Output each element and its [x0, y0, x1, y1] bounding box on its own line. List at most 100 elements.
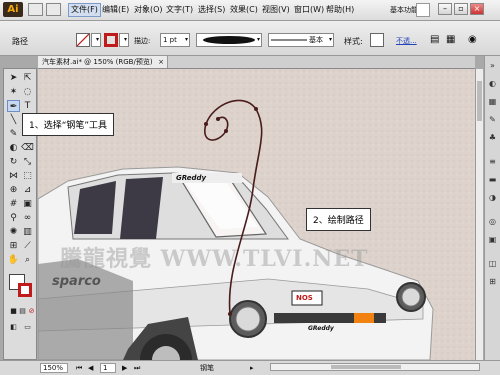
panel-dock: » ◐ ▦ ✎ ♣ ≡ ▬ ◑ ◎ ▣ ◫ ⊞ — [484, 56, 500, 360]
zoom-tool-icon[interactable]: ⌕ — [21, 254, 34, 266]
vertical-scroll-thumb[interactable] — [477, 81, 482, 121]
vertical-scrollbar[interactable] — [475, 69, 483, 360]
lasso-tool-icon[interactable]: ◌ — [21, 86, 34, 98]
last-artboard-icon[interactable]: ⏭ — [134, 363, 140, 373]
gradient-tool-icon[interactable]: ▣ — [21, 198, 34, 210]
direct-selection-tool-icon[interactable]: ⇱ — [21, 72, 34, 84]
status-menu-icon[interactable]: ▸ — [250, 363, 254, 373]
swatches-panel-icon[interactable]: ▦ — [487, 96, 498, 107]
restore-button[interactable]: ▫ — [454, 3, 468, 15]
shape-builder-tool-icon[interactable]: ⊕ — [7, 184, 20, 196]
brush-name: 基本 — [309, 36, 323, 44]
artboard-tool-icon[interactable]: ⊞ — [7, 240, 20, 252]
brush-definition[interactable]: 基本 ▾ — [268, 33, 334, 47]
zoom-field[interactable]: 150% — [40, 363, 68, 373]
illustrator-logo: Ai — [3, 2, 23, 17]
first-artboard-icon[interactable]: ⏮ — [76, 363, 82, 373]
symbol-sprayer-tool-icon[interactable]: ✺ — [7, 226, 20, 238]
menu-select[interactable]: 选择(S) — [196, 4, 227, 16]
menu-view[interactable]: 视图(V) — [260, 4, 292, 16]
menu-effect[interactable]: 效果(C) — [228, 4, 260, 16]
fill-swatch[interactable] — [76, 33, 90, 47]
next-artboard-icon[interactable]: ▶ — [122, 363, 127, 373]
transparency-panel-icon[interactable]: ◑ — [487, 192, 498, 203]
document-tab-bar: 汽车素材.ai* @ 150% (RGB/预览) × — [38, 56, 475, 69]
transform-icon[interactable]: ▦ — [446, 33, 460, 47]
appearance-panel-icon[interactable]: ◎ — [487, 216, 498, 227]
stroke-panel-icon[interactable]: ≡ — [487, 156, 498, 167]
width-tool-icon[interactable]: ⋈ — [7, 170, 20, 182]
horizontal-scroll-thumb[interactable] — [331, 365, 401, 369]
opacity-link[interactable]: 不透... — [396, 36, 417, 46]
magic-wand-tool-icon[interactable]: ✶ — [7, 86, 20, 98]
minimize-button[interactable]: – — [438, 3, 452, 15]
mesh-tool-icon[interactable]: # — [7, 198, 20, 210]
hood-logo: NOS — [296, 294, 313, 302]
blend-tool-icon[interactable]: ∞ — [21, 212, 34, 224]
menu-edit[interactable]: 编辑(E) — [100, 4, 131, 16]
recolor-icon[interactable]: ◉ — [468, 33, 482, 47]
fill-dropdown[interactable]: ▾ — [91, 33, 101, 47]
stroke-weight-field[interactable]: 1 pt ▾ — [160, 33, 190, 47]
menu-file[interactable]: 文件(F) — [68, 3, 101, 17]
callout-step2: 2、绘制路径 — [306, 208, 371, 231]
grille-logo: GReddy — [308, 325, 334, 332]
symbols-panel-icon[interactable]: ♣ — [487, 132, 498, 143]
perspective-grid-tool-icon[interactable]: ⊿ — [21, 184, 34, 196]
menu-window[interactable]: 窗口(W) — [292, 4, 326, 16]
paintbrush-tool-icon[interactable]: ✎ — [7, 128, 20, 140]
menu-help[interactable]: 帮助(H) — [324, 4, 356, 16]
search-icon[interactable] — [416, 3, 430, 17]
horizontal-scrollbar[interactable] — [270, 363, 480, 371]
blob-brush-tool-icon[interactable]: ◐ — [7, 142, 20, 154]
watermark: 騰龍視覺 WWW.TLVI.NET — [60, 246, 369, 272]
variable-width-profile[interactable]: ▾ — [196, 33, 262, 47]
windshield-logo: GReddy — [176, 174, 207, 182]
type-tool-icon[interactable]: T — [21, 100, 34, 112]
eraser-tool-icon[interactable]: ⌫ — [21, 142, 34, 154]
artboard-number-field[interactable]: 1 — [100, 363, 116, 373]
gradient-panel-icon[interactable]: ▬ — [487, 174, 498, 185]
graphic-styles-panel-icon[interactable]: ▣ — [487, 234, 498, 245]
rotate-tool-icon[interactable]: ↻ — [7, 156, 20, 168]
artboards-panel-icon[interactable]: ⊞ — [487, 276, 498, 287]
color-panel-icon[interactable]: ◐ — [487, 78, 498, 89]
menu-type[interactable]: 文字(T) — [164, 4, 195, 16]
slice-tool-icon[interactable]: ⟋ — [21, 240, 34, 252]
screen-mode-icon[interactable]: ▭ — [21, 321, 34, 333]
selection-tool-icon[interactable]: ➤ — [7, 72, 20, 84]
menu-object[interactable]: 对象(O) — [132, 4, 165, 16]
line-tool-icon[interactable]: ╲ — [7, 114, 20, 126]
panel-collapse-icon[interactable]: » — [487, 60, 498, 71]
close-tab-icon[interactable]: × — [158, 56, 164, 68]
callout-step1: 1、选择“钢笔”工具 — [22, 113, 115, 136]
bridge-icon[interactable] — [28, 3, 43, 16]
hand-tool-icon[interactable]: ✋ — [7, 254, 20, 266]
arrange-documents-icon[interactable] — [46, 3, 61, 16]
align-icon[interactable]: ▤ — [430, 33, 444, 47]
tools-panel: ➤ ⇱ ✶ ◌ ✒ T ╲ ▭ ✎ ✏ ◐ ⌫ ↻ ⤡ ⋈ ⬚ ⊕ ⊿ # ▣ … — [3, 68, 37, 360]
close-button[interactable]: × — [470, 3, 484, 15]
none-mode-icon[interactable]: ⊘ — [25, 305, 38, 317]
layers-panel-icon[interactable]: ◫ — [487, 258, 498, 269]
pen-tool-icon[interactable]: ✒ — [7, 100, 20, 112]
stroke-label[interactable]: 描边: — [134, 36, 150, 46]
width-profile-shape — [203, 36, 255, 44]
document-tab[interactable]: 汽车素材.ai* @ 150% (RGB/预览) × — [38, 56, 168, 68]
draw-normal-icon[interactable]: ◧ — [7, 321, 20, 333]
graphic-style-swatch[interactable] — [370, 33, 384, 47]
column-graph-tool-icon[interactable]: ▥ — [21, 226, 34, 238]
scale-tool-icon[interactable]: ⤡ — [21, 156, 34, 168]
stroke-dropdown[interactable]: ▾ — [119, 33, 129, 47]
eyedropper-tool-icon[interactable]: ⚲ — [7, 212, 20, 224]
stroke-color-box[interactable] — [18, 283, 32, 297]
selection-type-label: 路径 — [12, 37, 28, 46]
prev-artboard-icon[interactable]: ◀ — [88, 363, 93, 373]
turn-signal — [354, 313, 374, 323]
brushes-panel-icon[interactable]: ✎ — [487, 114, 498, 125]
control-bar: 路径 ▾ ▾ 描边: 1 pt ▾ ▾ 基本 ▾ 样式: 不透... ▤ ▦ ◉ — [0, 21, 500, 56]
free-transform-tool-icon[interactable]: ⬚ — [21, 170, 34, 182]
workspace-switcher[interactable]: 基本功能 — [390, 5, 418, 15]
menu-bar: Ai 文件(F) 编辑(E) 对象(O) 文字(T) 选择(S) 效果(C) 视… — [0, 0, 500, 21]
stroke-swatch[interactable] — [104, 33, 118, 47]
